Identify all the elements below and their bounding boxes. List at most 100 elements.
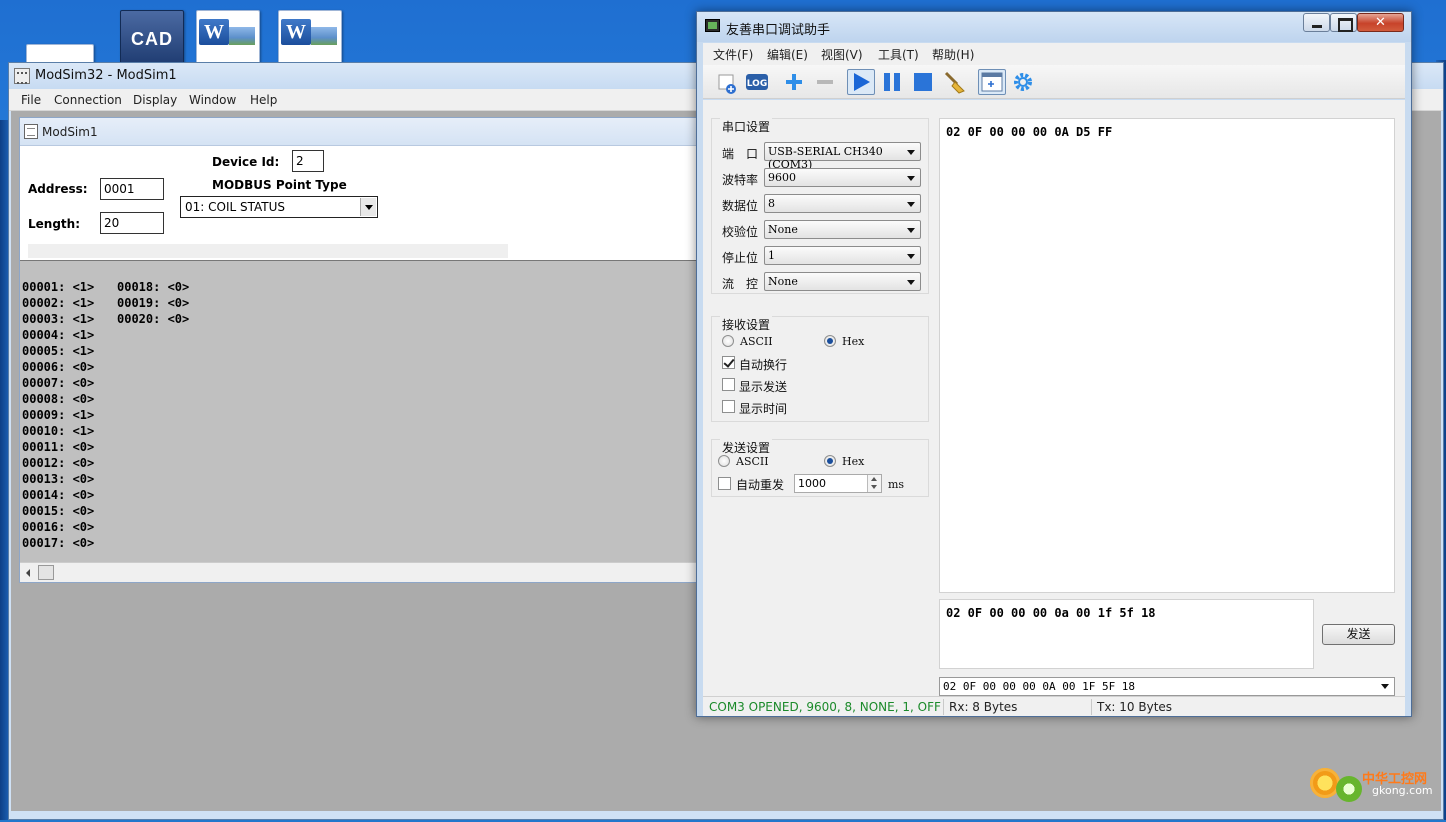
baud-label: 波特率	[722, 173, 759, 187]
new-window-icon[interactable]	[978, 69, 1006, 95]
menu-connection[interactable]: Connection	[54, 93, 122, 107]
register-row[interactable]: 00003: <1>	[22, 311, 94, 327]
menu-view-cn[interactable]: 视图(V)	[821, 46, 863, 63]
serial-title: 友善串口调试助手	[726, 23, 831, 38]
chevron-down-icon[interactable]	[360, 198, 376, 216]
menu-help-cn[interactable]: 帮助(H)	[932, 46, 974, 63]
minus-icon[interactable]	[811, 69, 839, 95]
register-row[interactable]: 00007: <0>	[22, 375, 94, 391]
point-type-select[interactable]: 01: COIL STATUS	[180, 196, 378, 218]
receive-settings-title: 接收设置	[720, 316, 773, 333]
register-row[interactable]: 00006: <0>	[22, 359, 94, 375]
recv-ascii-radio[interactable]	[722, 335, 734, 347]
recv-hex-radio[interactable]	[824, 335, 836, 347]
send-settings-title: 发送设置	[720, 439, 773, 456]
send-button[interactable]: 发送	[1322, 624, 1395, 645]
connection-status: COM3 OPENED, 9600, 8, NONE, 1, OFF	[709, 700, 941, 714]
register-row[interactable]: 00002: <1>	[22, 295, 94, 311]
menu-tools-cn[interactable]: 工具(T)	[878, 46, 919, 63]
register-row[interactable]: 00009: <1>	[22, 407, 94, 423]
scroll-thumb[interactable]	[38, 565, 54, 580]
close-icon: ✕	[1375, 15, 1386, 30]
modsim-app-icon[interactable]	[14, 68, 30, 84]
send-hex-radio[interactable]	[824, 455, 836, 467]
resend-interval-value: 1000	[798, 477, 826, 490]
menu-help[interactable]: Help	[250, 93, 277, 107]
auto-wrap-label: 自动换行	[739, 358, 788, 372]
auto-resend-checkbox[interactable]	[718, 477, 731, 490]
port-select[interactable]: USB-SERIAL CH340 (COM3)	[764, 142, 921, 171]
serial-assistant-window: 友善串口调试助手 ✕ 文件(F) 编辑(E) 视图(V) 工具(T) 帮助(H)…	[696, 11, 1412, 717]
serial-menubar: 文件(F) 编辑(E) 视图(V) 工具(T) 帮助(H)	[703, 43, 1405, 65]
device-id-input[interactable]: 2	[292, 150, 324, 172]
auto-resend-label: 自动重发	[736, 478, 785, 492]
serial-app-icon[interactable]	[705, 19, 720, 32]
desktop-cad-icon[interactable]: CAD	[120, 10, 184, 68]
send-textarea[interactable]: 02 0F 00 00 00 0a 00 1f 5f 18	[939, 599, 1314, 669]
stopbits-select[interactable]: 1	[764, 246, 921, 265]
horizontal-scrollbar[interactable]	[20, 562, 708, 582]
register-row[interactable]: 00015: <0>	[22, 503, 94, 519]
register-row[interactable]: 00001: <1>	[22, 279, 94, 295]
send-ascii-radio[interactable]	[718, 455, 730, 467]
serial-titlebar[interactable]: 友善串口调试助手 ✕	[697, 12, 1411, 42]
baud-select[interactable]: 9600	[764, 168, 921, 187]
register-row[interactable]: 00012: <0>	[22, 455, 94, 471]
serial-toolbar: LOG	[703, 65, 1405, 99]
recv-hex-label: Hex	[842, 335, 865, 348]
spinner-arrows-icon[interactable]	[867, 475, 881, 492]
register-row[interactable]: 00017: <0>	[22, 535, 94, 551]
status-divider	[943, 699, 944, 715]
show-send-checkbox[interactable]	[722, 378, 735, 391]
register-row[interactable]: 00013: <0>	[22, 471, 94, 487]
scroll-left-icon[interactable]	[22, 566, 36, 580]
register-row[interactable]: 00011: <0>	[22, 439, 94, 455]
register-row[interactable]: 00004: <1>	[22, 327, 94, 343]
watermark-url-text: gkong.com	[1372, 784, 1433, 797]
register-row[interactable]: 00018: <0>	[117, 279, 189, 295]
flow-select[interactable]: None	[764, 272, 921, 291]
register-row[interactable]: 00008: <0>	[22, 391, 94, 407]
maximize-button[interactable]	[1330, 13, 1357, 32]
menu-window[interactable]: Window	[189, 93, 236, 107]
plus-icon[interactable]	[780, 69, 808, 95]
pause-icon[interactable]	[878, 69, 906, 95]
close-button[interactable]: ✕	[1357, 13, 1404, 32]
resend-interval-input[interactable]: 1000	[794, 474, 882, 493]
minimize-button[interactable]	[1303, 13, 1330, 32]
word-badge: W	[281, 19, 311, 45]
register-row[interactable]: 00020: <0>	[117, 311, 189, 327]
gear-icon[interactable]	[1009, 69, 1037, 95]
auto-wrap-checkbox[interactable]	[722, 356, 735, 369]
tx-count: Tx: 10 Bytes	[1097, 700, 1173, 714]
menu-display[interactable]: Display	[133, 93, 177, 107]
databits-select[interactable]: 8	[764, 194, 921, 213]
register-row[interactable]: 00005: <1>	[22, 343, 94, 359]
menu-file-cn[interactable]: 文件(F)	[713, 46, 753, 63]
register-row[interactable]: 00014: <0>	[22, 487, 94, 503]
child-titlebar[interactable]: ModSim1	[20, 118, 708, 146]
show-time-checkbox[interactable]	[722, 400, 735, 413]
log-icon[interactable]: LOG	[743, 69, 771, 95]
menu-edit-cn[interactable]: 编辑(E)	[767, 46, 808, 63]
send-history-select[interactable]: 02 0F 00 00 00 0A 00 1F 5F 18	[939, 677, 1395, 696]
child-title: ModSim1	[42, 125, 98, 139]
register-row[interactable]: 00019: <0>	[117, 295, 189, 311]
stop-icon[interactable]	[909, 69, 937, 95]
address-input[interactable]: 0001	[100, 178, 164, 200]
parity-select[interactable]: None	[764, 220, 921, 239]
register-row[interactable]: 00016: <0>	[22, 519, 94, 535]
register-row[interactable]: 00010: <1>	[22, 423, 94, 439]
word-doc-picture	[311, 27, 337, 45]
desktop-shortcut-window-icon[interactable]	[26, 44, 94, 64]
new-connection-icon[interactable]	[713, 69, 741, 95]
length-input[interactable]: 20	[100, 212, 164, 234]
menu-file[interactable]: File	[21, 93, 41, 107]
register-grid[interactable]: 00001: <1> 00002: <1> 00003: <1> 00004: <1>…	[20, 260, 708, 562]
play-icon[interactable]	[847, 69, 875, 95]
desktop-word-doc-icon-2[interactable]: W	[278, 10, 342, 68]
desktop-word-doc-icon[interactable]: W	[196, 10, 260, 68]
broom-icon[interactable]	[941, 69, 969, 95]
receive-textarea[interactable]: 02 0F 00 00 00 0A D5 FF	[939, 118, 1395, 593]
address-label: Address:	[28, 182, 88, 196]
